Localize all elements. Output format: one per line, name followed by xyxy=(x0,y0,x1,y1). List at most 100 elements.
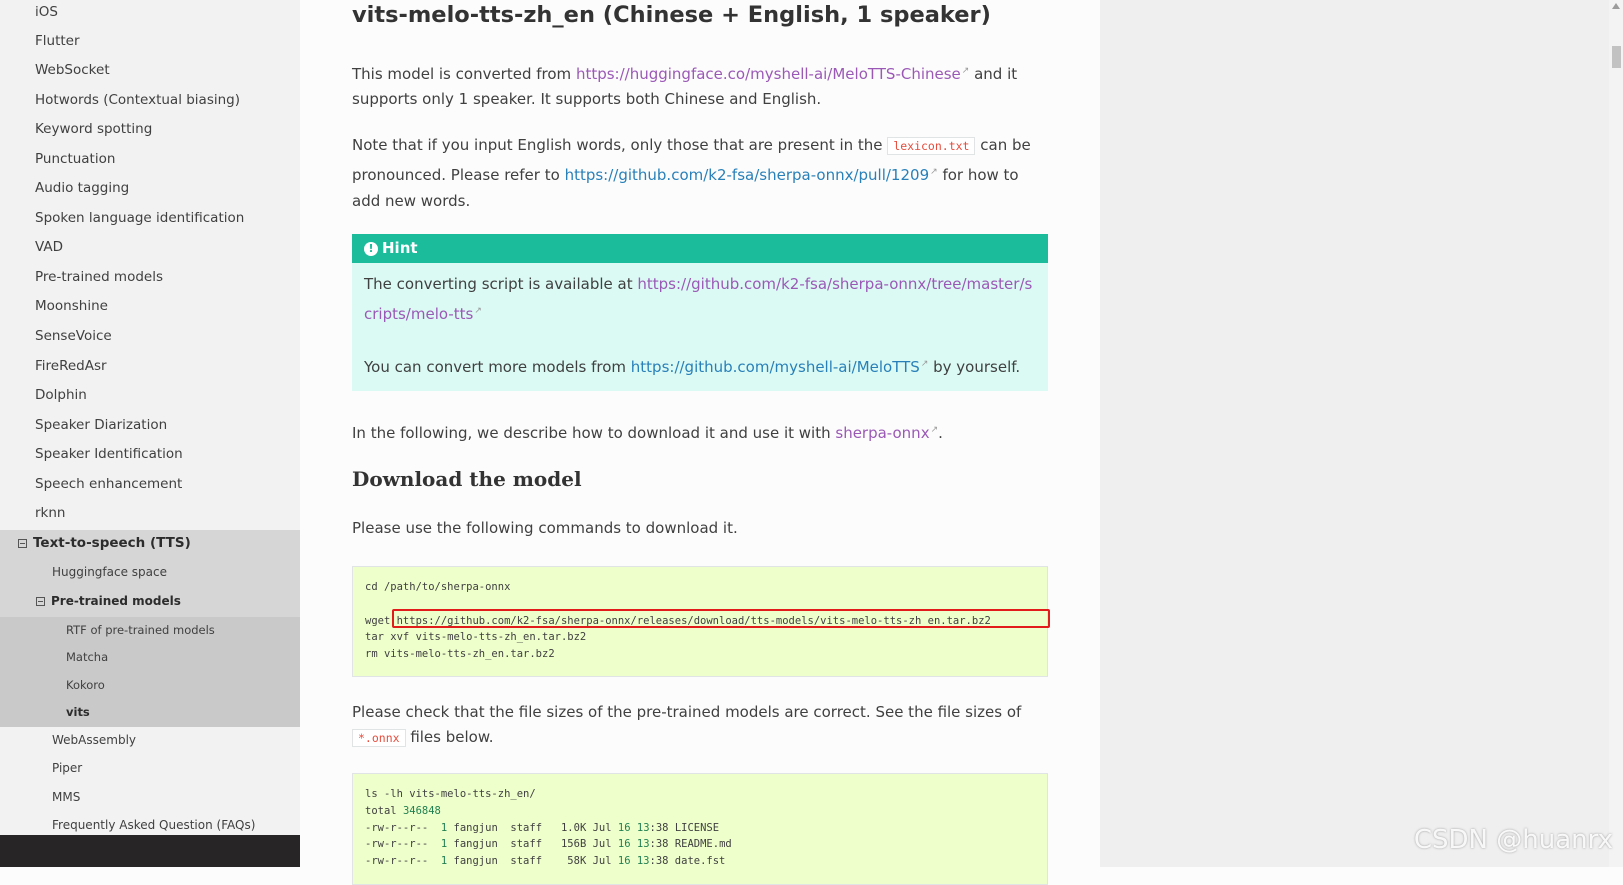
melotts-repo-link[interactable]: https://github.com/myshell-ai/MeloTTS xyxy=(631,358,920,376)
sidebar-item-keyword-spotting[interactable]: Keyword spotting xyxy=(35,121,300,137)
sidebar-item-dolphin[interactable]: Dolphin xyxy=(35,387,300,403)
sidebar-item-mms[interactable]: MMS xyxy=(52,790,300,804)
text: files below. xyxy=(405,728,494,746)
main-content: vits-melo-tts-zh_en (Chinese + English, … xyxy=(300,0,1100,885)
code-number: 13 xyxy=(636,821,650,834)
sidebar-item-moonshine[interactable]: Moonshine xyxy=(35,298,300,314)
sidebar-item-speech-enhancement[interactable]: Speech enhancement xyxy=(35,476,300,492)
code-text: Jul xyxy=(586,855,618,868)
file-list-code[interactable]: ls -lh vits-melo-tts-zh_en/ total 346848… xyxy=(353,774,1047,882)
text: The converting script is available at xyxy=(364,275,638,293)
collapse-icon[interactable] xyxy=(36,597,45,606)
sidebar-item-fireredasr[interactable]: FireRedAsr xyxy=(35,358,300,374)
sidebar-item-speaker-identification[interactable]: Speaker Identification xyxy=(35,446,300,462)
vertical-scrollbar[interactable] xyxy=(1609,0,1623,867)
page-title: vits-melo-tts-zh_en (Chinese + English, … xyxy=(352,2,991,28)
code-text: :38 LICENSE xyxy=(649,821,720,834)
code-text: fangjun staff xyxy=(447,821,561,834)
code-line: ls -lh vits-melo-tts-zh_en/ xyxy=(365,788,536,800)
sidebar-item-pretrained-models[interactable]: Pre-trained models xyxy=(35,269,300,285)
sidebar-item-spoken-language-id[interactable]: Spoken language identification xyxy=(35,210,300,226)
sidebar-item-huggingface-space[interactable]: Huggingface space xyxy=(52,565,300,579)
text: Note that if you input English words, on… xyxy=(352,136,888,154)
sidebar-item-piper[interactable]: Piper xyxy=(52,761,300,775)
code-total-label: total xyxy=(365,804,403,817)
note-paragraph: Note that if you input English words, on… xyxy=(352,132,1048,214)
code-number: 16 xyxy=(617,838,631,851)
lexicon-code: lexicon.txt xyxy=(887,137,976,155)
exclamation-icon: ! xyxy=(364,241,378,256)
sidebar-item-matcha[interactable]: Matcha xyxy=(66,650,300,664)
sidebar-footer xyxy=(0,835,300,867)
hint-title-text: Hint xyxy=(382,239,418,257)
text: . xyxy=(938,424,943,442)
text: Please check that the file sizes of the … xyxy=(352,703,1022,721)
code-text: -rw-r--r-- xyxy=(365,855,441,868)
sidebar-item-speaker-diarization[interactable]: Speaker Diarization xyxy=(35,417,300,433)
code-text: fangjun staff xyxy=(447,838,561,851)
pull-1209-link[interactable]: https://github.com/k2-fsa/sherpa-onnx/pu… xyxy=(565,166,930,184)
code-text: :38 README.md xyxy=(649,838,732,851)
code-line: tar xvf vits-melo-tts-zh_en.tar.bz2 xyxy=(365,631,587,644)
sidebar-item-tts-pretrained-label: Pre-trained models xyxy=(51,594,181,608)
code-text: -rw-r--r-- xyxy=(365,838,441,851)
onnx-code: *.onnx xyxy=(352,729,406,747)
hint-title: ! Hint xyxy=(352,234,1048,263)
hint-box: ! Hint The converting script is available… xyxy=(352,234,1048,391)
sidebar-item-faqs[interactable]: Frequently Asked Question (FAQs) xyxy=(52,818,300,832)
external-link-icon: ↗ xyxy=(474,306,482,316)
file-size-paragraph: Please check that the file sizes of the … xyxy=(352,700,1048,751)
text: This model is converted from xyxy=(352,65,576,83)
sidebar-item-rknn[interactable]: rknn xyxy=(35,505,300,521)
hint-paragraph-2: You can convert more models from https:/… xyxy=(364,351,1034,381)
text: In the following, we describe how to dow… xyxy=(352,424,836,442)
sidebar-item-vits[interactable]: vits xyxy=(66,705,300,719)
code-number: 16 xyxy=(617,821,631,834)
sidebar-item-tts[interactable]: Text-to-speech (TTS) xyxy=(18,535,300,551)
sidebar-item-rtf[interactable]: RTF of pre-trained models xyxy=(66,623,300,637)
sherpa-onnx-link[interactable]: sherpa-onnx xyxy=(835,424,929,442)
hint-paragraph-1: The converting script is available at ht… xyxy=(364,271,1034,328)
melotts-chinese-link[interactable]: https://huggingface.co/myshell-ai/MeloTT… xyxy=(576,65,961,83)
intro-paragraph: This model is converted from https://hug… xyxy=(352,59,1048,112)
code-text: Jul xyxy=(586,838,618,851)
text: by yourself. xyxy=(928,358,1021,376)
sidebar-item-sensevoice[interactable]: SenseVoice xyxy=(35,328,300,344)
url-highlight-box xyxy=(392,609,1050,628)
sidebar-item-punctuation[interactable]: Punctuation xyxy=(35,151,300,167)
sidebar-item-flutter[interactable]: Flutter xyxy=(35,33,300,49)
sidebar-nav: iOS Flutter WebSocket Hotwords (Contextu… xyxy=(0,0,301,867)
sidebar-item-webassembly[interactable]: WebAssembly xyxy=(52,733,300,747)
code-text: :38 date.fst xyxy=(649,855,726,868)
code-number: 16 xyxy=(617,855,631,868)
code-number: 13 xyxy=(636,838,650,851)
text: You can convert more models from xyxy=(364,358,631,376)
code-number: 13 xyxy=(636,855,650,868)
following-paragraph: In the following, we describe how to dow… xyxy=(352,418,1048,446)
sidebar-item-websocket[interactable]: WebSocket xyxy=(35,62,300,78)
code-line: cd /path/to/sherpa-onnx xyxy=(365,581,511,593)
watermark: CSDN @huanrx xyxy=(1413,825,1613,855)
code-text: 58K xyxy=(567,855,587,868)
sidebar-item-kokoro[interactable]: Kokoro xyxy=(66,678,300,692)
code-text: 1.0K xyxy=(560,821,587,834)
external-link-icon: ↗ xyxy=(930,425,939,435)
sidebar-item-ios[interactable]: iOS xyxy=(35,4,300,20)
collapse-icon[interactable] xyxy=(18,538,27,548)
code-text: -rw-r--r-- xyxy=(365,821,441,834)
sidebar-item-hotwords[interactable]: Hotwords (Contextual biasing) xyxy=(35,92,300,108)
sidebar-item-tts-label: Text-to-speech (TTS) xyxy=(33,535,191,551)
sidebar-item-audio-tagging[interactable]: Audio tagging xyxy=(35,180,300,196)
code-text: 156B xyxy=(560,838,587,851)
scroll-up-arrow-icon[interactable] xyxy=(1612,3,1620,9)
external-link-icon: ↗ xyxy=(930,167,938,177)
file-list-code-block[interactable]: ls -lh vits-melo-tts-zh_en/ total 346848… xyxy=(352,773,1048,885)
sidebar-item-vad[interactable]: VAD xyxy=(35,239,300,255)
page-background-right xyxy=(1100,0,1623,867)
download-code-block[interactable]: cd /path/to/sherpa-onnx wget https://git… xyxy=(352,566,1050,677)
download-heading: Download the model xyxy=(352,467,582,491)
scrollbar-thumb[interactable] xyxy=(1612,46,1621,68)
sidebar-item-tts-pretrained[interactable]: Pre-trained models xyxy=(36,594,300,608)
code-text: Jul xyxy=(586,821,618,834)
code-line: rm vits-melo-tts-zh_en.tar.bz2 xyxy=(365,648,555,661)
